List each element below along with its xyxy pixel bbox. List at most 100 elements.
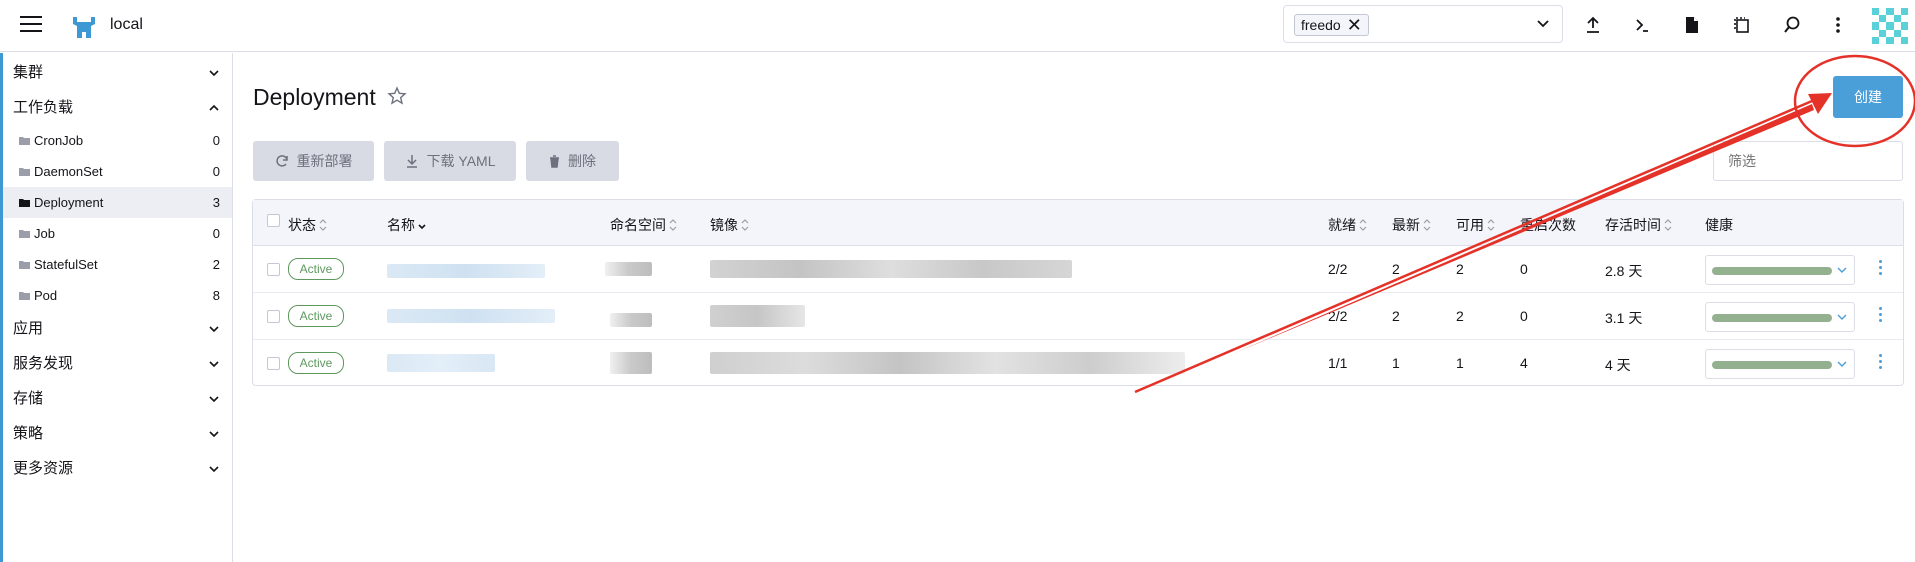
sidebar-item-job[interactable]: Job 0	[3, 218, 232, 249]
redacted-name-link[interactable]	[387, 264, 545, 278]
sidebar-item-label: CronJob	[34, 133, 84, 148]
sidebar-group-label: 服务发现	[13, 355, 74, 372]
uptodate-count: 1	[1392, 355, 1400, 371]
table-row[interactable]: Active 1/1 1 1 4 4 天	[253, 340, 1903, 387]
annotation-arrow-head	[1808, 93, 1832, 114]
column-health: 健康	[1705, 215, 1733, 235]
sidebar: 集群 工作负载 CronJob 0 DaemonSet 0 Deployment…	[0, 53, 233, 562]
health-dropdown[interactable]	[1705, 302, 1855, 332]
upload-icon[interactable]	[1582, 14, 1604, 36]
redacted-image	[710, 352, 1185, 374]
download-yaml-button[interactable]: 下载 YAML	[384, 141, 516, 181]
ready-count: 2/2	[1328, 261, 1348, 277]
table-row[interactable]: Active 2/2 2 2 0 2.8 天	[253, 246, 1903, 293]
create-button[interactable]: 创建	[1833, 76, 1903, 118]
download-yaml-label: 下载 YAML	[426, 153, 496, 169]
top-header: local freedo ✕	[0, 0, 1915, 52]
sidebar-group-service-discovery[interactable]: 服务发现	[3, 346, 232, 381]
remove-chip-icon[interactable]: ✕	[1347, 15, 1362, 35]
row-actions-icon[interactable]	[1873, 260, 1887, 278]
sidebar-group-label: 工作负载	[13, 99, 74, 116]
sidebar-group-apps[interactable]: 应用	[3, 311, 232, 346]
sidebar-item-deployment[interactable]: Deployment 3	[3, 187, 232, 218]
column-health-label: 健康	[1705, 217, 1733, 233]
sidebar-item-count: 3	[212, 195, 220, 210]
namespace-filter[interactable]: freedo ✕	[1283, 5, 1563, 43]
restart-count: 0	[1520, 261, 1528, 277]
table-header: 状态 名称 命名空间 镜像 就绪 最新 可用 重启次数 存活时间 健康	[253, 200, 1903, 246]
available-count: 2	[1456, 261, 1464, 277]
user-avatar[interactable]	[1872, 8, 1908, 44]
row-actions-icon[interactable]	[1873, 354, 1887, 372]
health-dropdown[interactable]	[1705, 255, 1855, 285]
delete-button[interactable]: 删除	[526, 141, 619, 181]
folder-icon	[19, 137, 30, 145]
chevron-down-icon	[1837, 314, 1847, 320]
column-namespace[interactable]: 命名空间	[610, 215, 677, 235]
column-name[interactable]: 名称	[387, 215, 426, 235]
health-dropdown[interactable]	[1705, 349, 1855, 379]
select-all-checkbox[interactable]	[267, 214, 280, 227]
deployments-table: 状态 名称 命名空间 镜像 就绪 最新 可用 重启次数 存活时间 健康 Acti…	[252, 199, 1904, 386]
table-row[interactable]: Active 2/2 2 2 0 3.1 天	[253, 293, 1903, 340]
chevron-down-icon	[209, 396, 219, 403]
redacted-name-link[interactable]	[387, 354, 495, 372]
trash-icon	[550, 154, 559, 168]
column-ready[interactable]: 就绪	[1328, 215, 1367, 235]
chevron-down-icon	[1837, 361, 1847, 367]
sidebar-item-label: Job	[34, 226, 55, 241]
sidebar-item-label: StatefulSet	[34, 257, 98, 272]
sidebar-item-label: Pod	[34, 288, 58, 303]
column-uptodate-label: 最新	[1392, 217, 1420, 233]
column-available[interactable]: 可用	[1456, 215, 1495, 235]
age: 2.8 天	[1605, 263, 1643, 279]
column-age[interactable]: 存活时间	[1605, 215, 1672, 235]
column-restarts[interactable]: 重启次数	[1520, 215, 1576, 235]
cluster-name: local	[110, 16, 143, 33]
row-checkbox[interactable]	[267, 310, 280, 323]
column-state-label: 状态	[288, 217, 316, 233]
chevron-down-icon	[1837, 267, 1847, 273]
favorite-star-icon[interactable]	[387, 86, 407, 106]
sidebar-group-cluster[interactable]: 集群	[3, 55, 232, 90]
column-available-label: 可用	[1456, 217, 1484, 233]
more-actions-icon[interactable]	[1827, 14, 1849, 36]
column-state[interactable]: 状态	[288, 215, 327, 235]
redeploy-button[interactable]: 重新部署	[253, 141, 374, 181]
sidebar-item-cronjob[interactable]: CronJob 0	[3, 125, 232, 156]
folder-icon	[19, 261, 30, 269]
row-actions-icon[interactable]	[1873, 307, 1887, 325]
folder-icon	[19, 230, 30, 238]
ready-count: 2/2	[1328, 308, 1348, 324]
refresh-icon	[275, 155, 288, 167]
column-uptodate[interactable]: 最新	[1392, 215, 1431, 235]
sidebar-item-statefulset[interactable]: StatefulSet 2	[3, 249, 232, 280]
sort-icon	[669, 219, 677, 231]
sidebar-group-more-resources[interactable]: 更多资源	[3, 451, 232, 486]
folder-icon	[19, 292, 30, 300]
filter-input[interactable]	[1713, 141, 1903, 181]
chevron-up-icon	[209, 104, 219, 111]
column-ready-label: 就绪	[1328, 217, 1356, 233]
sidebar-group-label: 策略	[13, 425, 44, 442]
kubeconfig-file-icon[interactable]	[1681, 14, 1703, 36]
row-checkbox[interactable]	[267, 263, 280, 276]
sidebar-item-label: DaemonSet	[34, 164, 103, 179]
sidebar-group-workload[interactable]: 工作负载	[3, 90, 232, 125]
sort-icon	[1664, 219, 1672, 231]
redacted-name-link[interactable]	[387, 309, 555, 323]
row-checkbox[interactable]	[267, 357, 280, 370]
search-icon[interactable]	[1781, 14, 1803, 36]
kubectl-shell-icon[interactable]	[1631, 14, 1653, 36]
redacted-namespace	[610, 352, 652, 374]
sidebar-group-storage[interactable]: 存储	[3, 381, 232, 416]
sidebar-group-label: 集群	[13, 64, 44, 81]
copy-kubeconfig-icon[interactable]	[1731, 14, 1753, 36]
column-image[interactable]: 镜像	[710, 215, 749, 235]
sidebar-item-daemonset[interactable]: DaemonSet 0	[3, 156, 232, 187]
chevron-down-icon[interactable]	[1536, 17, 1550, 31]
menu-icon[interactable]	[20, 16, 42, 34]
sidebar-group-policy[interactable]: 策略	[3, 416, 232, 451]
sidebar-item-pod[interactable]: Pod 8	[3, 280, 232, 311]
age: 3.1 天	[1605, 310, 1643, 326]
